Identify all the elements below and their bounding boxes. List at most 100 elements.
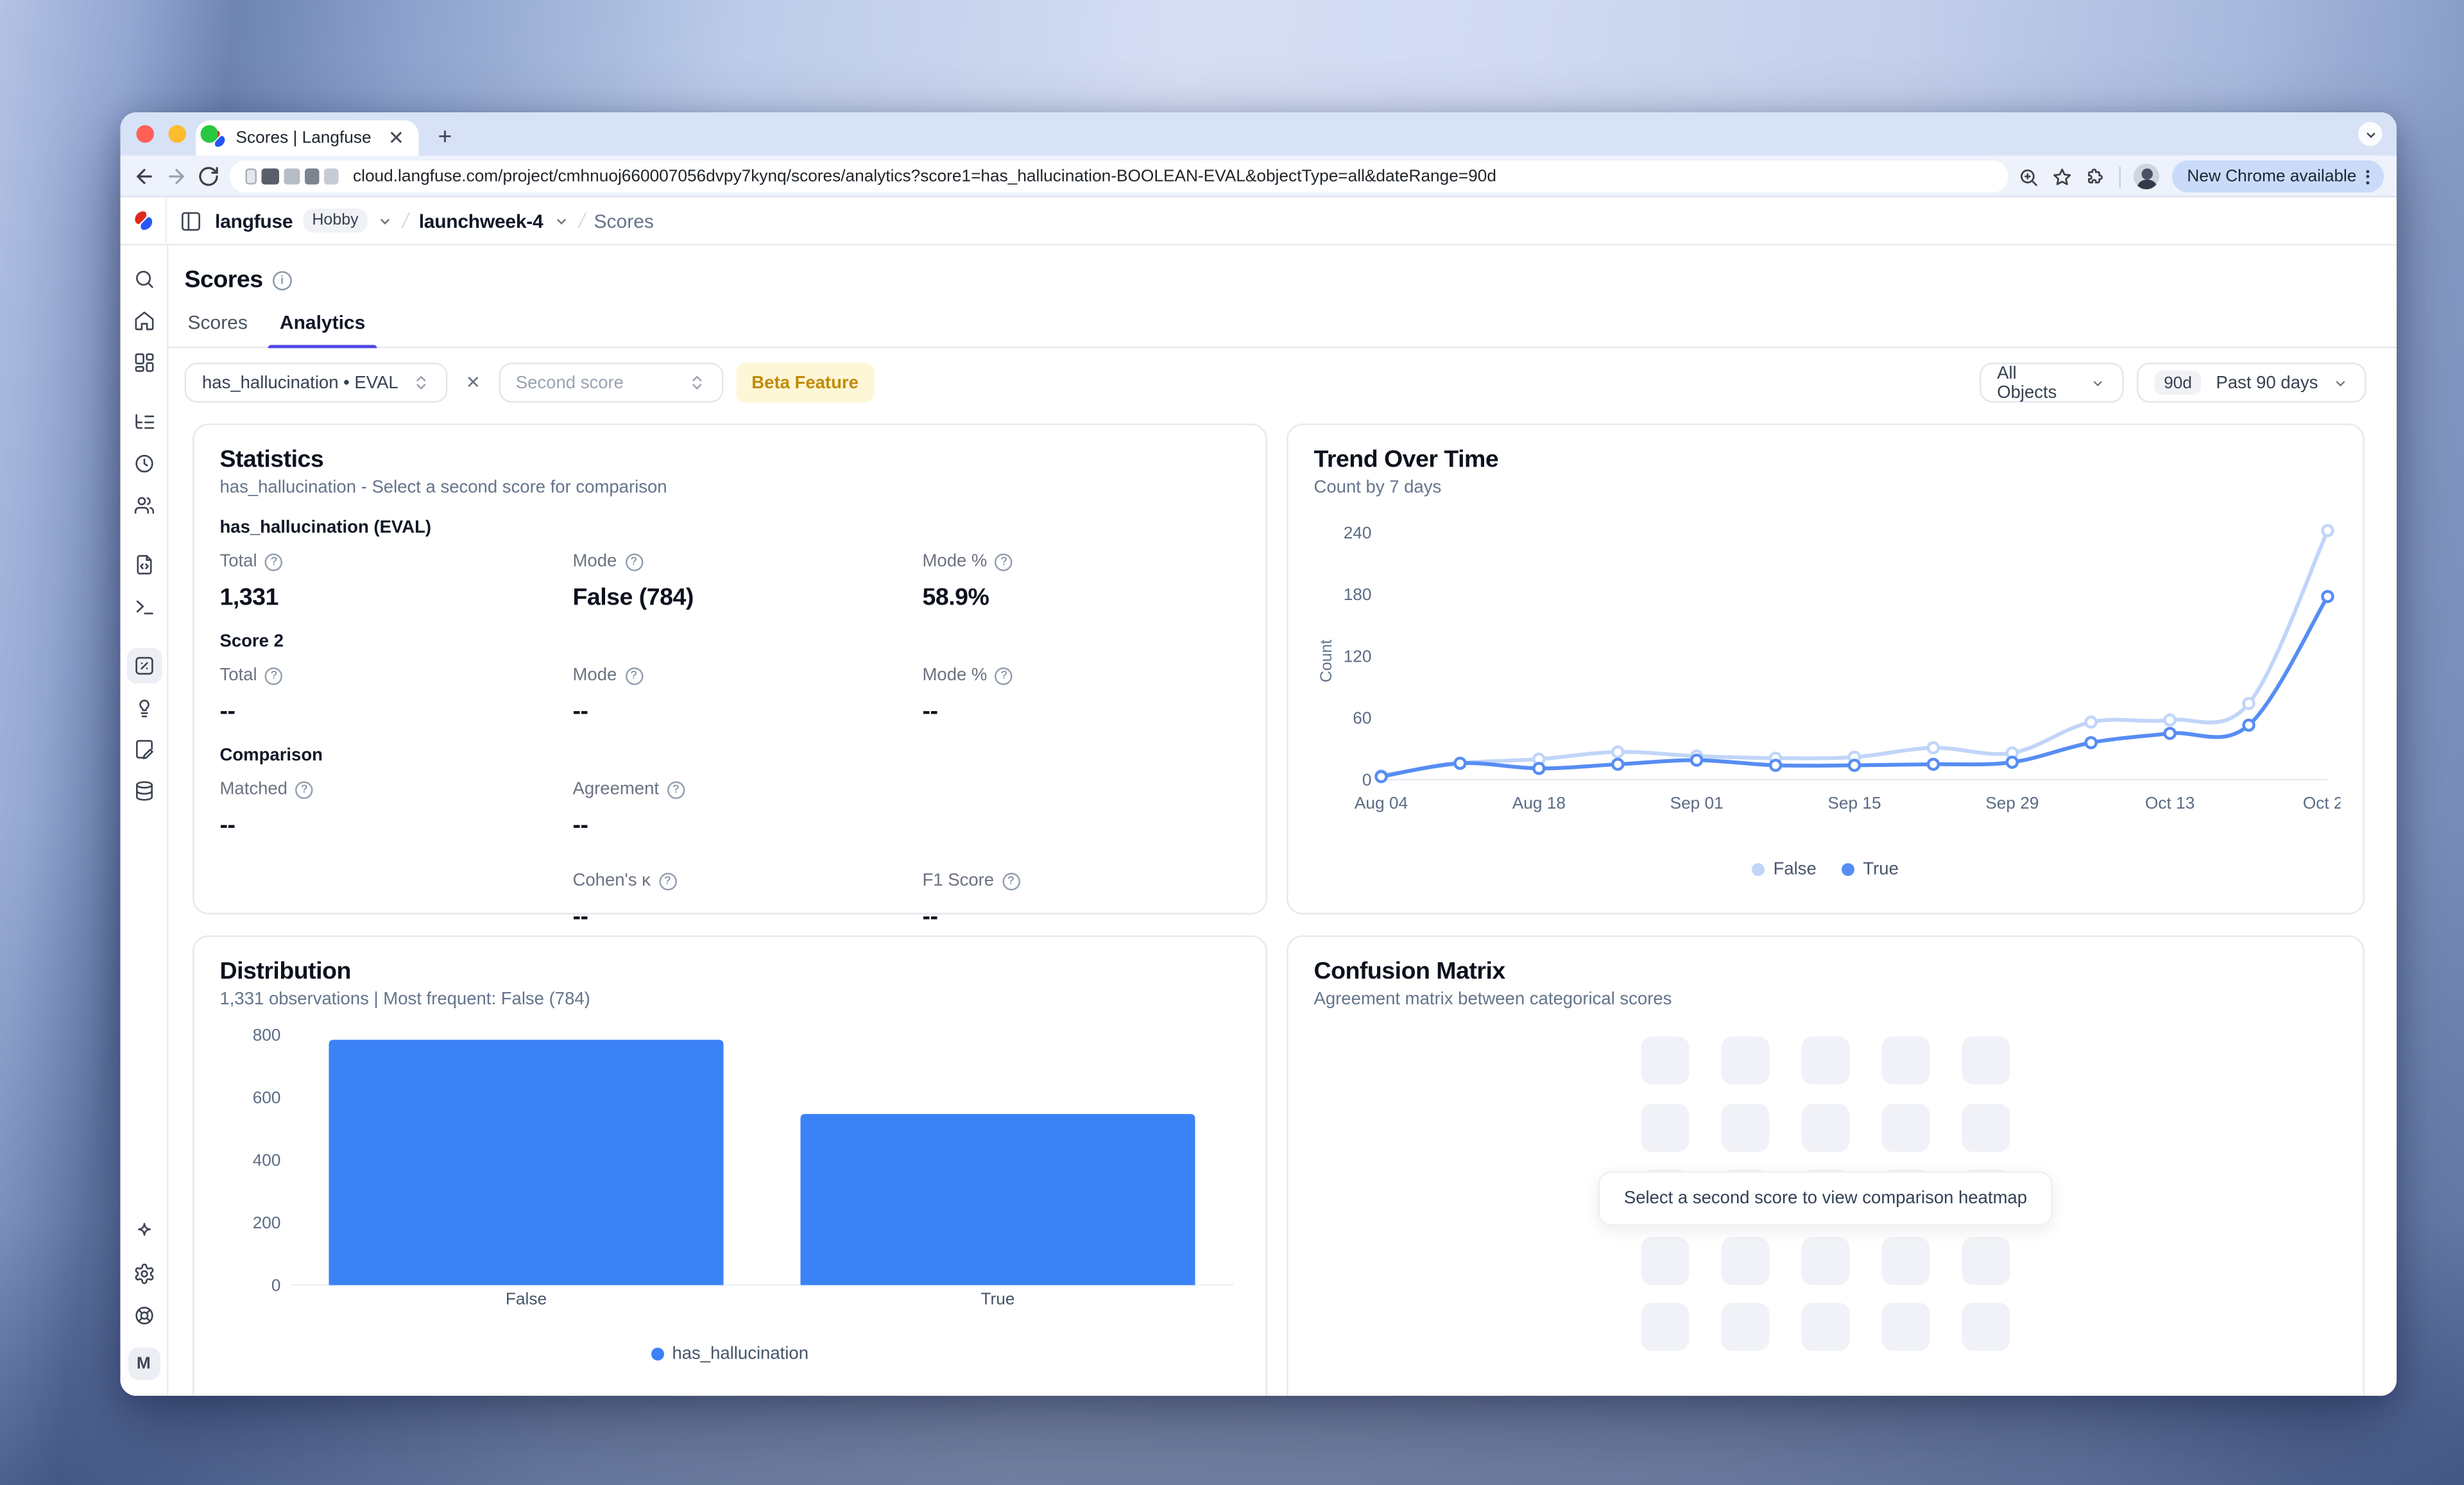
breadcrumb-project[interactable]: launchweek-4 (419, 209, 543, 232)
browser-tab[interactable]: Scores | Langfuse ✕ (196, 121, 419, 156)
sidebar-item-annotation[interactable] (126, 732, 161, 767)
info-icon[interactable]: i (273, 270, 292, 289)
sidebar-item-insights[interactable] (126, 690, 161, 725)
bookmark-star-icon[interactable] (2052, 166, 2073, 187)
help-icon[interactable]: ? (265, 667, 283, 685)
svg-text:True: True (981, 1289, 1015, 1308)
url-bar[interactable]: cloud.langfuse.com/project/cmhnuoj660007… (230, 160, 2009, 193)
stat-cell: Mode %?-- (923, 666, 1240, 726)
stat-label: Mode % (923, 552, 988, 571)
sidebar-item-search[interactable] (126, 262, 161, 297)
score1-select[interactable]: has_hallucination • EVAL (185, 363, 449, 403)
help-icon[interactable]: ? (995, 553, 1013, 571)
svg-text:800: 800 (253, 1025, 281, 1044)
date-range-badge: 90d (2154, 371, 2202, 395)
heatmap-placeholder-cell (1641, 1236, 1690, 1284)
clear-score1-button[interactable]: ✕ (461, 372, 485, 393)
sidebar-toggle-icon[interactable] (180, 209, 202, 232)
help-icon[interactable]: ? (625, 553, 643, 571)
sidebar-item-prompts[interactable] (126, 547, 161, 583)
sidebar-item-settings[interactable] (126, 1257, 161, 1292)
updates-icon (132, 1221, 155, 1244)
svg-text:60: 60 (1353, 708, 1371, 728)
chevron-down-icon[interactable] (552, 212, 569, 228)
sidebar-item-support[interactable] (126, 1298, 161, 1334)
minimize-window-button[interactable] (169, 125, 187, 143)
help-icon[interactable]: ? (658, 872, 676, 890)
user-avatar[interactable]: M (128, 1348, 160, 1380)
stat-cell: Matched?-- (220, 780, 573, 839)
score2-select[interactable]: Second score (498, 363, 723, 403)
chrome-update-chip[interactable]: New Chrome available (2173, 160, 2384, 193)
heatmap-placeholder-cell (1962, 1103, 2010, 1151)
tab-search-button[interactable] (2358, 122, 2383, 146)
date-range-select[interactable]: 90d Past 90 days (2137, 363, 2366, 403)
help-icon[interactable]: ? (995, 667, 1013, 685)
forward-icon[interactable] (166, 166, 188, 188)
svg-text:240: 240 (1344, 523, 1372, 542)
back-icon[interactable] (133, 166, 156, 188)
sessions-icon (132, 452, 155, 475)
chevrons-up-down-icon (413, 374, 431, 392)
heatmap-placeholder-cell (1882, 1236, 1930, 1284)
chevron-down-icon[interactable] (378, 212, 394, 228)
sidebar-item-scores[interactable] (126, 648, 161, 683)
help-icon[interactable]: ? (265, 553, 283, 571)
svg-text:Sep 01: Sep 01 (1670, 793, 1724, 812)
extensions-icon[interactable] (2086, 166, 2107, 187)
sidebar-item-tracing[interactable] (126, 404, 161, 440)
scores-icon (132, 655, 155, 677)
close-window-button[interactable] (137, 125, 155, 143)
sidebar-item-playground[interactable] (126, 589, 161, 624)
breadcrumb-separator: / (401, 209, 412, 233)
help-icon[interactable]: ? (296, 780, 314, 798)
new-tab-button[interactable]: + (438, 125, 452, 150)
stat-label: Mode (573, 552, 617, 571)
heatmap-placeholder-cell (1802, 1236, 1850, 1284)
help-icon[interactable]: ? (667, 780, 685, 798)
page-tabs: Scores Analytics (169, 294, 2397, 348)
zoom-window-button[interactable] (201, 125, 219, 143)
trend-subtitle: Count by 7 days (1314, 478, 2338, 497)
heatmap-placeholder-cell (1641, 1103, 1690, 1151)
tab-analytics[interactable]: Analytics (280, 311, 365, 347)
sidebar-item-sessions[interactable] (126, 446, 161, 481)
help-icon[interactable]: ? (625, 667, 643, 685)
stat-label: Total (220, 552, 257, 571)
sidebar-item-datasets[interactable] (126, 773, 161, 809)
svg-text:Sep 29: Sep 29 (1985, 793, 2039, 812)
profile-avatar[interactable] (2134, 164, 2160, 189)
svg-text:600: 600 (253, 1088, 281, 1107)
zoom-icon[interactable] (2019, 166, 2040, 187)
browser-menu-icon[interactable] (2366, 169, 2370, 184)
chevron-down-icon (2364, 128, 2377, 141)
help-icon[interactable]: ? (1002, 872, 1020, 890)
users-icon (132, 494, 155, 517)
stat-label: Mode (573, 666, 617, 685)
svg-text:0: 0 (271, 1275, 281, 1294)
stat-value: -- (923, 698, 1240, 726)
insights-icon (132, 696, 155, 719)
tab-close-icon[interactable]: ✕ (385, 128, 407, 148)
sidebar-item-updates[interactable] (126, 1215, 161, 1250)
sidebar-item-users[interactable] (126, 488, 161, 523)
legend-item-false: False (1752, 860, 1817, 879)
statistics-card: Statistics has_hallucination - Select a … (193, 424, 1267, 914)
stat-value: -- (573, 698, 923, 726)
settings-icon (132, 1263, 155, 1285)
sidebar-item-home[interactable] (126, 304, 161, 339)
breadcrumb-org[interactable]: langfuse (215, 209, 293, 232)
svg-text:0: 0 (1362, 770, 1372, 789)
stat-cell: F1 Score?-- (923, 871, 1240, 931)
heatmap-placeholder-cell (1722, 1036, 1770, 1085)
sidebar-item-dashboards[interactable] (126, 345, 161, 381)
tab-scores[interactable]: Scores (188, 311, 248, 347)
reload-icon[interactable] (198, 166, 220, 188)
app-header: langfuse Hobby / launchweek-4 / Scores (121, 198, 2397, 246)
support-icon (132, 1305, 155, 1327)
main-content: Scores i Scores Analytics has_hallucinat… (169, 246, 2397, 1396)
object-type-select[interactable]: All Objects (1980, 363, 2124, 403)
confusion-matrix-subtitle: Agreement matrix between categorical sco… (1314, 990, 2338, 1009)
confusion-matrix-message: Select a second score to view comparison… (1598, 1171, 2053, 1226)
stat-cell: Mode? -- (573, 666, 923, 726)
